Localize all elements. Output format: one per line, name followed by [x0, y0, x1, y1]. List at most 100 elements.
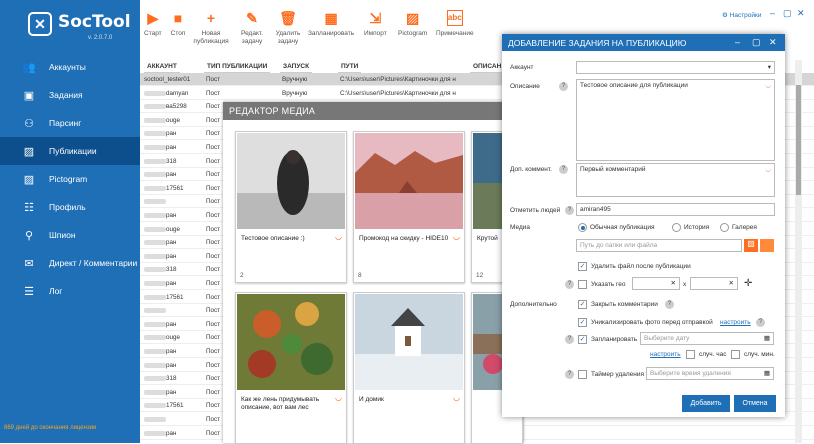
- help-icon[interactable]: ?: [559, 82, 568, 91]
- blurred-account: [144, 376, 166, 382]
- maximize-button[interactable]: ▢: [752, 37, 761, 48]
- emoji-icon[interactable]: ◡: [453, 393, 460, 402]
- col-header-account[interactable]: АККАУНТ: [144, 60, 180, 73]
- sidebar-item-direct[interactable]: ✉ Директ / Комментарии: [0, 249, 140, 277]
- media-card[interactable]: ◡ Как же лень придумывать описание, вот …: [235, 292, 347, 444]
- schedule-button[interactable]: ▦ Запланировать: [308, 10, 354, 38]
- calendar-icon[interactable]: ▦: [764, 369, 770, 377]
- calendar-icon[interactable]: ▦: [764, 334, 770, 342]
- table-cell-account: ран: [166, 280, 177, 287]
- help-icon[interactable]: ?: [565, 335, 574, 344]
- schedule-checkbox[interactable]: ✓: [578, 335, 587, 344]
- sidebar-item-profile[interactable]: ☷ Профиль: [0, 193, 140, 221]
- table-cell-type: Пост: [206, 348, 221, 355]
- emoji-icon[interactable]: ◡: [453, 232, 460, 241]
- import-button[interactable]: ⇲ Импорт: [364, 10, 387, 38]
- geo-lon-input[interactable]: ✕: [690, 277, 738, 290]
- help-icon[interactable]: ?: [565, 280, 574, 289]
- table-cell-type: Пост: [206, 144, 221, 151]
- table-cell-account: soctool_tester01: [144, 76, 191, 83]
- table-cell-type: Пост: [206, 416, 221, 423]
- note-button[interactable]: abc Примечание: [436, 10, 474, 38]
- maximize-button[interactable]: ▢: [783, 8, 792, 19]
- delete-file-checkbox[interactable]: ✓: [578, 262, 587, 271]
- geo-lat-input[interactable]: ✕: [632, 277, 680, 290]
- media-card[interactable]: ◡ Промокод на скидку - HIDE10 8: [353, 131, 465, 283]
- col-header-launch[interactable]: ЗАПУСК: [280, 60, 313, 73]
- col-header-paths[interactable]: ПУТИ: [338, 60, 362, 73]
- configure-schedule-link[interactable]: настроить: [650, 351, 681, 358]
- emoji-icon[interactable]: ◡: [335, 393, 342, 402]
- table-cell-type: Пост: [206, 334, 221, 342]
- uniquify-checkbox[interactable]: ✓: [578, 318, 587, 327]
- random-minute-checkbox[interactable]: [731, 350, 740, 359]
- new-publication-button[interactable]: + Новая публикация: [193, 10, 228, 46]
- table-cell-account: 17561: [166, 184, 184, 192]
- settings-link[interactable]: ⚙ Настройки: [722, 11, 762, 19]
- delete-timer-input[interactable]: Выберите время удаления ▦: [646, 367, 774, 380]
- configure-uniquify-link[interactable]: настроить: [720, 319, 751, 326]
- description-field[interactable]: Тестовое описание для публикации ◡: [576, 79, 775, 161]
- random-hour-checkbox[interactable]: [686, 350, 695, 359]
- help-icon[interactable]: ?: [756, 318, 765, 327]
- sidebar-item-accounts[interactable]: 👥 Аккаунты: [0, 53, 140, 81]
- delete-task-button[interactable]: 🗑 Удалить задачу: [275, 10, 301, 46]
- minimize-button[interactable]: –: [770, 8, 775, 18]
- blurred-account: [144, 267, 166, 273]
- tag-field[interactable]: amiran495: [576, 203, 775, 216]
- help-icon[interactable]: ?: [565, 206, 574, 215]
- table-cell-account: 17561: [166, 402, 184, 410]
- help-icon[interactable]: ?: [565, 370, 574, 379]
- sidebar-item-spy[interactable]: ⚲ Шпион: [0, 221, 140, 249]
- media-card[interactable]: ◡ И домик: [353, 292, 465, 444]
- account-select[interactable]: ▾: [576, 61, 775, 74]
- cancel-button[interactable]: Отмена: [734, 395, 776, 412]
- sidebar-item-log[interactable]: ☰ Лог: [0, 277, 140, 305]
- media-type-post-radio[interactable]: [578, 223, 587, 232]
- table-scrollbar[interactable]: [795, 60, 802, 443]
- table-cell-type: Пост: [206, 89, 221, 97]
- col-header-type[interactable]: ТИП ПУБЛИКАЦИИ: [204, 60, 271, 73]
- clear-icon[interactable]: ✕: [729, 279, 734, 287]
- comment-field[interactable]: Первый комментарий ◡: [576, 163, 775, 197]
- help-icon[interactable]: ?: [665, 300, 674, 309]
- emoji-icon[interactable]: ◡: [335, 232, 342, 241]
- close-button[interactable]: ✕: [797, 8, 805, 19]
- sidebar-item-tasks[interactable]: ▣ Задания: [0, 81, 140, 109]
- geo-checkbox[interactable]: [578, 280, 587, 289]
- close-button[interactable]: ✕: [769, 37, 777, 48]
- table-cell-type: Пост: [206, 320, 221, 328]
- minimize-button[interactable]: –: [735, 37, 740, 47]
- media-type-gallery-radio[interactable]: [720, 223, 729, 232]
- col-header-description[interactable]: ОПИСАН: [470, 60, 505, 73]
- table-cell-type: Пост: [206, 76, 221, 83]
- media-card[interactable]: ◡ Тестовое описание :) 2: [235, 131, 347, 283]
- emoji-icon[interactable]: ◡: [765, 165, 771, 173]
- media-path-input[interactable]: Путь до папки или файла: [576, 239, 742, 252]
- schedule-date-input[interactable]: Выберите дату ▦: [640, 332, 774, 345]
- scroll-thumb[interactable]: [796, 85, 801, 195]
- media-count: 2: [240, 272, 244, 279]
- sidebar-item-parsing[interactable]: ⚇ Парсинг: [0, 109, 140, 137]
- clear-icon[interactable]: ✕: [671, 279, 676, 287]
- comment-label: Доп. коммент.: [510, 166, 552, 173]
- folder-icon[interactable]: [760, 239, 774, 252]
- pictogram-button[interactable]: ▨ Pictogram: [398, 10, 427, 38]
- help-icon[interactable]: ?: [559, 165, 568, 174]
- emoji-icon[interactable]: ◡: [765, 81, 771, 89]
- image-icon[interactable]: ▨: [744, 239, 758, 252]
- close-comments-checkbox[interactable]: ✓: [578, 300, 587, 309]
- blurred-account: [144, 430, 166, 436]
- sidebar-item-publications[interactable]: ▨ Публикации: [0, 137, 140, 165]
- schedule-label: Запланировать: [591, 336, 638, 343]
- edit-task-button[interactable]: ✎ Редакт. задачу: [239, 10, 265, 46]
- start-button[interactable]: ▶ Старт: [144, 10, 162, 38]
- blurred-account: [144, 199, 166, 205]
- blurred-account: [144, 308, 166, 314]
- add-button[interactable]: Добавить: [682, 395, 730, 412]
- sidebar-item-pictogram[interactable]: ▨ Pictogram: [0, 165, 140, 193]
- delete-timer-checkbox[interactable]: [578, 370, 587, 379]
- stop-button[interactable]: ■ Стоп: [170, 10, 186, 38]
- media-type-story-radio[interactable]: [672, 223, 681, 232]
- crosshair-icon[interactable]: ✛: [744, 278, 752, 289]
